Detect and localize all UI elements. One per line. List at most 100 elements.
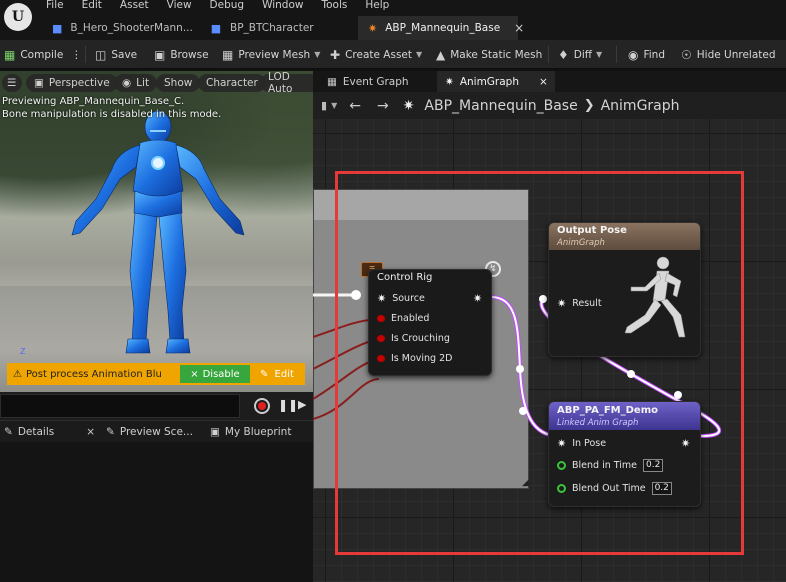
left-panel-tabs: ✎ Details × ✎ Preview Sce... ▣ My Bluepr… [0, 420, 313, 442]
tab-label: ABP_Mannequin_Base [385, 22, 501, 34]
event-graph-label: Event Graph [342, 75, 409, 88]
menu-window[interactable]: Window [262, 0, 303, 12]
tab-hero-shooter[interactable]: ■ B_Hero_ShooterMann... [42, 16, 193, 40]
blueprint-icon: ▣ [210, 426, 220, 438]
show-label: Show [164, 77, 193, 89]
mesh-icon: ▦ [222, 47, 234, 62]
graph-tabs: ▦ Event Graph ✷ AnimGraph × [313, 71, 786, 92]
folder-icon: ▣ [154, 47, 166, 62]
viewport-options-button[interactable]: ☰ [2, 74, 22, 92]
menu-asset[interactable]: Asset [120, 0, 149, 12]
running-man-icon: ✷ [368, 21, 378, 35]
browse-button[interactable]: ▣ Browse [154, 40, 209, 69]
disable-label: Disable [202, 368, 240, 380]
save-label: Save [111, 48, 138, 61]
preview-mesh-button[interactable]: ▦ Preview Mesh ▼ [222, 40, 320, 69]
chevron-down-icon[interactable]: ▼ [331, 101, 337, 110]
plus-icon: ✚ [330, 47, 341, 62]
tab-event-graph[interactable]: ▦ Event Graph [319, 71, 429, 92]
lit-button[interactable]: ◉ Lit [114, 74, 158, 92]
bookmark-icon[interactable]: ▮ [321, 99, 327, 112]
divider [616, 46, 617, 63]
record-icon [258, 402, 266, 410]
record-button[interactable] [254, 398, 270, 414]
post-process-warning: ⚠ Post process Animation Blu × Disable ✎… [7, 363, 305, 385]
tab-anim-graph[interactable]: ✷ AnimGraph × [437, 71, 555, 92]
breadcrumb: ▮ ▼ ← → ✷ ABP_Mannequin_Base ❯ AnimGraph [313, 92, 786, 119]
compile-label: Compile [20, 48, 64, 61]
character-button[interactable]: Character [198, 74, 266, 92]
details-panel [0, 442, 313, 582]
tab-preview-scene[interactable]: ✎ Preview Sce... [106, 421, 193, 443]
edit-button[interactable]: ✎ Edit [260, 369, 294, 380]
menu-tools[interactable]: Tools [321, 0, 347, 12]
close-icon[interactable]: × [86, 426, 95, 438]
close-icon[interactable]: × [514, 21, 524, 35]
diff-label: Diff [573, 48, 593, 61]
cube-icon: ▣ [34, 77, 44, 89]
breadcrumb-separator-icon: ❯ [583, 98, 595, 113]
hide-icon: ☉ [681, 47, 692, 62]
close-icon[interactable]: × [539, 76, 548, 88]
bone-message: Bone manipulation is disabled in this mo… [2, 109, 222, 120]
pencil-icon: ✎ [259, 368, 269, 380]
menu-view[interactable]: View [167, 0, 192, 12]
tab-my-blueprint[interactable]: ▣ My Blueprint [210, 421, 291, 443]
running-man-icon: ✷ [445, 75, 454, 88]
step-forward-button[interactable]: ▶ [298, 398, 306, 411]
more-options-icon[interactable]: ⋮ [71, 49, 82, 61]
warning-text: Post process Animation Blu [25, 368, 162, 380]
character-label: Character [206, 77, 258, 89]
show-button[interactable]: Show [156, 74, 201, 92]
diff-button[interactable]: ♦ Diff ▼ [558, 40, 602, 69]
make-static-mesh-button[interactable]: ▲ Make Static Mesh [436, 40, 542, 69]
diff-icon: ♦ [558, 47, 569, 62]
unreal-logo-icon[interactable]: U [4, 3, 32, 31]
create-asset-button[interactable]: ✚ Create Asset ▼ [330, 40, 422, 69]
step-forward-icon: ▶ [298, 398, 307, 411]
menu-file[interactable]: File [46, 0, 64, 12]
toolbar: ▦ Compile ⋮ ◫ Save ▣ Browse ▦ Preview Me… [0, 40, 786, 69]
save-button[interactable]: ◫ Save [95, 40, 137, 69]
details-icon: ✎ [4, 426, 13, 438]
chevron-down-icon: ▼ [596, 50, 603, 59]
edit-label: Edit [274, 368, 294, 380]
hide-unrelated-label: Hide Unrelated [696, 48, 776, 61]
pause-button[interactable]: ❚❚ [278, 398, 298, 412]
highlight-box [335, 171, 744, 555]
preview-scene-icon: ✎ [106, 426, 115, 438]
tab-label: B_Hero_ShooterMann... [70, 22, 193, 34]
perspective-button[interactable]: ▣ Perspective [26, 74, 118, 92]
axis-z-label: Z [20, 347, 26, 356]
pause-icon: ❚❚ [278, 398, 299, 412]
lit-icon: ◉ [122, 77, 132, 89]
binoculars-icon: ◉ [628, 47, 639, 62]
tab-bp-btcharacter[interactable]: ■ BP_BTCharacter [200, 16, 350, 40]
preview-viewport[interactable]: ☰ ▣ Perspective ◉ Lit Show Character LOD… [0, 71, 313, 392]
back-arrow-icon[interactable]: ← [349, 98, 361, 114]
compile-button[interactable]: ▦ Compile ⋮ [4, 40, 82, 69]
find-label: Find [643, 48, 665, 61]
disable-button[interactable]: × Disable [179, 365, 250, 383]
make-static-mesh-label: Make Static Mesh [450, 48, 543, 61]
menu-help[interactable]: Help [365, 0, 389, 12]
hide-unrelated-button[interactable]: ☉ Hide Unrelated [681, 40, 776, 69]
tab-abp-mannequin[interactable]: ✷ ABP_Mannequin_Base × [358, 16, 524, 40]
menu-debug[interactable]: Debug [210, 0, 245, 12]
lod-button[interactable]: LOD Auto [260, 71, 313, 95]
hamburger-icon: ☰ [7, 77, 17, 89]
find-button[interactable]: ◉ Find [628, 40, 665, 69]
forward-arrow-icon[interactable]: → [377, 98, 389, 114]
save-icon: ◫ [95, 47, 107, 62]
timeline-field[interactable] [0, 394, 240, 418]
tab-label: BP_BTCharacter [230, 22, 314, 34]
close-icon: × [190, 368, 199, 380]
preview-message: Previewing ABP_Mannequin_Base_C. [2, 96, 185, 107]
tab-details[interactable]: ✎ Details × [4, 421, 95, 443]
main-menu: File Edit Asset View Debug Window Tools … [46, 0, 407, 12]
playback-bar: ❚❚ ▶ [0, 392, 313, 420]
menu-edit[interactable]: Edit [82, 0, 102, 12]
breadcrumb-root[interactable]: ABP_Mannequin_Base [424, 98, 577, 114]
compile-icon: ▦ [4, 47, 16, 62]
chevron-down-icon: ▼ [416, 50, 423, 59]
